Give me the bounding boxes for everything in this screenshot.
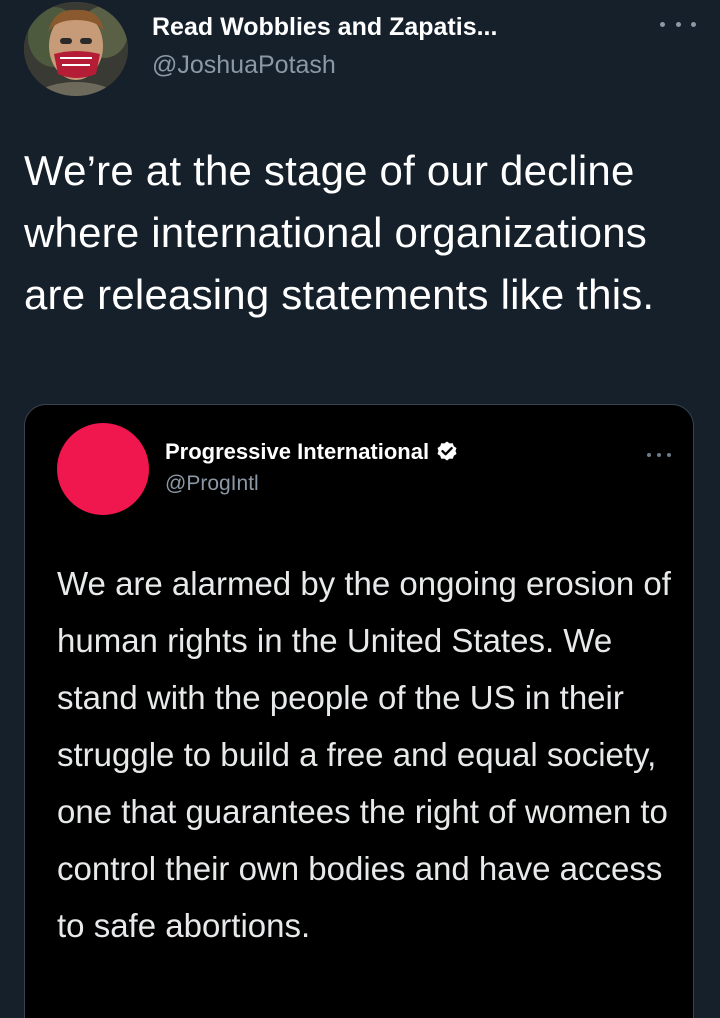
tweet-screenshot: Read Wobblies and Zapatis... @JoshuaPota… [0,0,720,1018]
author-name[interactable]: Read Wobblies and Zapatis... [152,12,497,42]
verified-badge-icon [437,441,457,461]
more-dot [647,453,651,457]
author-avatar-image [24,2,128,96]
more-options-icon[interactable] [660,14,696,34]
quoted-tweet-card[interactable]: Progressive International @ProgIntl We a… [24,404,694,1018]
more-dot [657,453,661,457]
quoted-author-avatar[interactable] [57,423,149,515]
tweet-text: We’re at the stage of our decline where … [24,147,655,318]
author-avatar[interactable] [24,2,128,96]
quoted-more-options-icon[interactable] [647,451,671,459]
more-dot [660,21,665,27]
quoted-author-row: Progressive International [165,438,459,466]
author-handle[interactable]: @JoshuaPotash [152,50,336,80]
quoted-author-name[interactable]: Progressive International [165,438,429,466]
more-dot [675,21,681,27]
more-dot [667,453,671,457]
more-dot [691,21,696,27]
quoted-tweet-text: We are alarmed by the ongoing erosion of… [57,565,671,944]
quoted-author-handle[interactable]: @ProgIntl [165,471,259,497]
